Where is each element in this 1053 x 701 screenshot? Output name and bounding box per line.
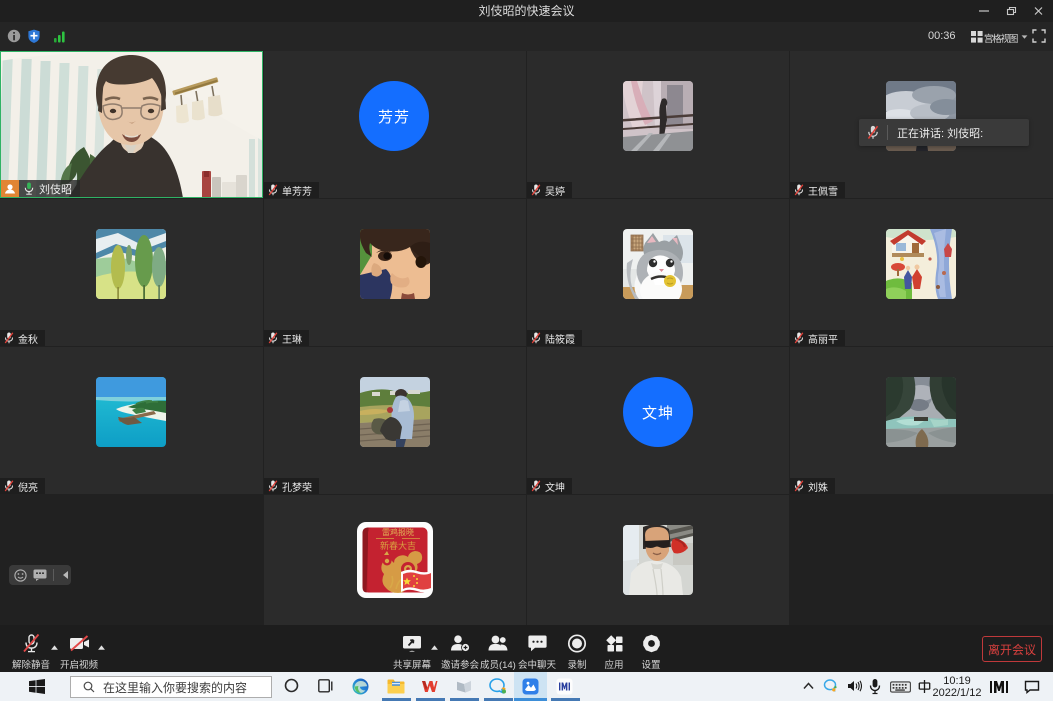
svg-text:新春大吉: 新春大吉	[380, 540, 416, 551]
svg-text:雷鸡报晓: 雷鸡报晓	[382, 527, 414, 537]
